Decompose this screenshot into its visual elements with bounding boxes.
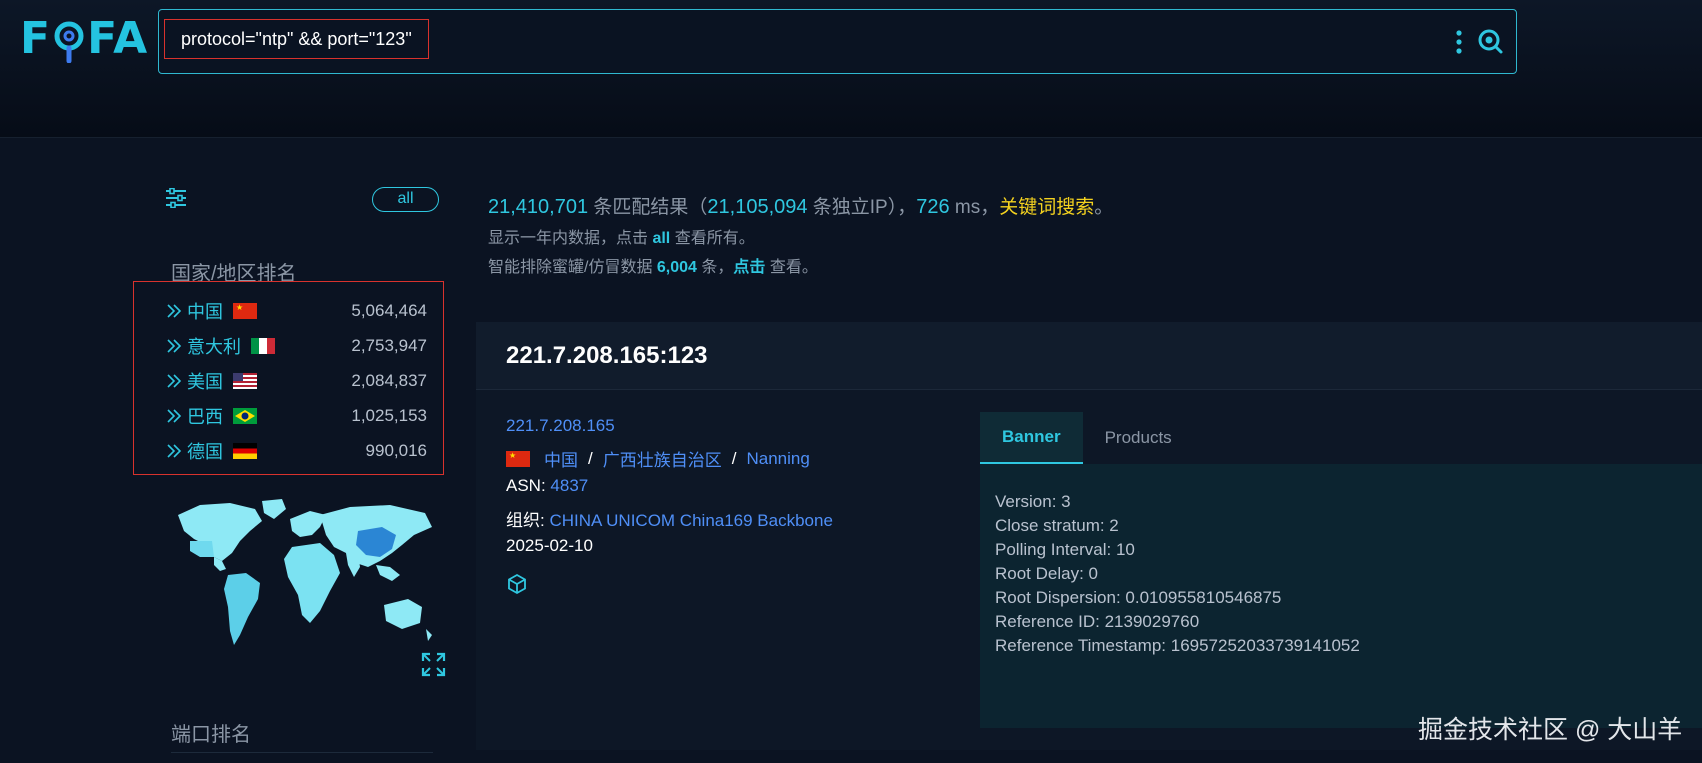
honeypot-note-suffix: 查看。 — [765, 259, 818, 276]
result-summary: 21,410,701 条匹配结果（21,105,094 条独立IP），726 m… — [488, 192, 1113, 219]
country-item-usa[interactable]: 美国 2,084,837 — [167, 366, 427, 396]
unique-ip-count: 21,105,094 — [707, 196, 808, 218]
banner-line: Close stratum: 2 — [995, 516, 1119, 535]
view-all-link[interactable]: all — [652, 230, 670, 247]
watermark: 掘金技术社区 @ 大山羊 — [1418, 716, 1683, 744]
search-icon[interactable] — [1476, 27, 1504, 55]
banner-panel: Version: 3 Close stratum: 2 Polling Inte… — [980, 464, 1702, 728]
location-separator: / — [731, 448, 737, 468]
country-count: 2,753,947 — [351, 336, 427, 355]
country-item-germany[interactable]: 德国 990,016 — [167, 436, 427, 466]
view-honeypot-link[interactable]: 点击 — [733, 259, 765, 276]
year-data-note: 显示一年内数据，点击 all 查看所有。 — [488, 224, 755, 248]
top-bar: F FA protocol="ntp" && port="123" — [0, 0, 1702, 138]
port-ranking-title: 端口排名 — [171, 724, 251, 746]
result-date: 2025-02-10 — [506, 536, 593, 555]
china-flag-icon: ★ — [233, 303, 257, 319]
country-name: 德国 — [187, 442, 223, 462]
region-link[interactable]: 广西壮族自治区 — [603, 446, 722, 471]
chevron-double-right-icon — [167, 304, 182, 318]
tab-products[interactable]: Products — [1083, 412, 1194, 464]
italy-flag-icon — [251, 338, 275, 354]
banner-line: Version: 3 — [995, 492, 1071, 511]
expand-fullscreen-icon[interactable] — [421, 652, 446, 677]
org-label: 组织: — [506, 511, 545, 530]
honeypot-note-mid: 条， — [696, 259, 734, 276]
country-count: 2,084,837 — [351, 371, 427, 390]
logo-letter-f: F — [20, 12, 52, 64]
result-card: 221.7.208.165:123 221.7.208.165 ★ 中国 / 广… — [476, 322, 1702, 750]
filter-settings-icon[interactable] — [165, 188, 187, 208]
asn-link[interactable]: 4837 — [550, 476, 588, 495]
tab-banner[interactable]: Banner — [980, 412, 1083, 464]
result-tabs: Banner Products — [980, 412, 1194, 464]
chevron-double-right-icon — [167, 339, 182, 353]
germany-flag-icon — [233, 443, 257, 459]
honeypot-note: 智能排除蜜罐/仿冒数据 6,004 条，点击 查看。 — [488, 253, 818, 277]
china-flag-icon: ★ — [506, 450, 530, 467]
city-link[interactable]: Nanning — [746, 449, 809, 469]
honeypot-count: 6,004 — [656, 259, 697, 276]
country-count: 5,064,464 — [351, 301, 427, 320]
cube-icon[interactable] — [506, 573, 528, 595]
honeypot-note-prefix: 智能排除蜜罐/仿冒数据 — [488, 259, 657, 276]
org-link[interactable]: CHINA UNICOM China169 Backbone — [549, 511, 832, 530]
country-name: 巴西 — [187, 407, 223, 427]
all-filter-button[interactable]: all — [372, 187, 439, 212]
total-results-suffix: 条匹配结果（ — [588, 197, 708, 218]
result-card-header: 221.7.208.165:123 — [476, 322, 1702, 390]
country-count: 990,016 — [365, 441, 427, 460]
logo-magnifier-icon — [51, 16, 87, 63]
fofa-logo[interactable]: F FA — [20, 12, 149, 64]
result-location: ★ 中国 / 广西壮族自治区 / Nanning — [506, 446, 810, 471]
result-asn: ASN: 4837 — [506, 476, 588, 496]
country-name: 意大利 — [187, 337, 241, 357]
search-box[interactable]: protocol="ntp" && port="123" — [158, 9, 1517, 74]
banner-line: Root Dispersion: 0.010955810546875 — [995, 588, 1282, 607]
summary-end: 。 — [1094, 197, 1114, 218]
keyword-search-link[interactable]: 关键词搜索 — [999, 197, 1094, 218]
country-count: 1,025,153 — [351, 406, 427, 425]
country-link[interactable]: 中国 — [544, 446, 578, 471]
result-org: 组织: CHINA UNICOM China169 Backbone — [506, 506, 833, 531]
banner-line: Polling Interval: 10 — [995, 540, 1135, 559]
location-separator: / — [588, 448, 593, 468]
year-note-prefix: 显示一年内数据，点击 — [488, 230, 653, 247]
result-host[interactable]: 221.7.208.165:123 — [506, 342, 708, 370]
query-time-ms: 726 — [916, 196, 950, 218]
country-ranking-list: 中国 ★ 5,064,464 意大利 2,753,947 美国 2,084,83… — [133, 281, 444, 475]
usa-flag-icon — [233, 373, 257, 389]
country-name: 美国 — [187, 372, 223, 392]
unique-ip-suffix: 条独立IP）， — [807, 197, 917, 218]
logo-letters-fa: FA — [87, 12, 149, 64]
country-item-italy[interactable]: 意大利 2,753,947 — [167, 331, 427, 361]
banner-line: Reference Timestamp: 1695725203373914105… — [995, 636, 1360, 655]
query-time-suffix: ms， — [949, 197, 1000, 218]
chevron-double-right-icon — [167, 374, 182, 388]
banner-line: Root Delay: 0 — [995, 564, 1098, 583]
world-map[interactable] — [170, 495, 440, 675]
divider — [171, 752, 433, 753]
chevron-double-right-icon — [167, 409, 182, 423]
country-item-brazil[interactable]: 巴西 1,025,153 — [167, 401, 427, 431]
result-ip-link[interactable]: 221.7.208.165 — [506, 416, 615, 436]
search-input[interactable]: protocol="ntp" && port="123" — [164, 19, 429, 59]
asn-label: ASN: — [506, 476, 546, 495]
total-results-count: 21,410,701 — [488, 196, 589, 218]
more-vertical-icon[interactable] — [1454, 30, 1464, 54]
country-name: 中国 — [187, 302, 223, 322]
country-item-china[interactable]: 中国 ★ 5,064,464 — [167, 296, 427, 326]
year-note-suffix: 查看所有。 — [670, 230, 755, 247]
chevron-double-right-icon — [167, 444, 182, 458]
brazil-flag-icon — [233, 408, 257, 424]
banner-line: Reference ID: 2139029760 — [995, 612, 1200, 631]
